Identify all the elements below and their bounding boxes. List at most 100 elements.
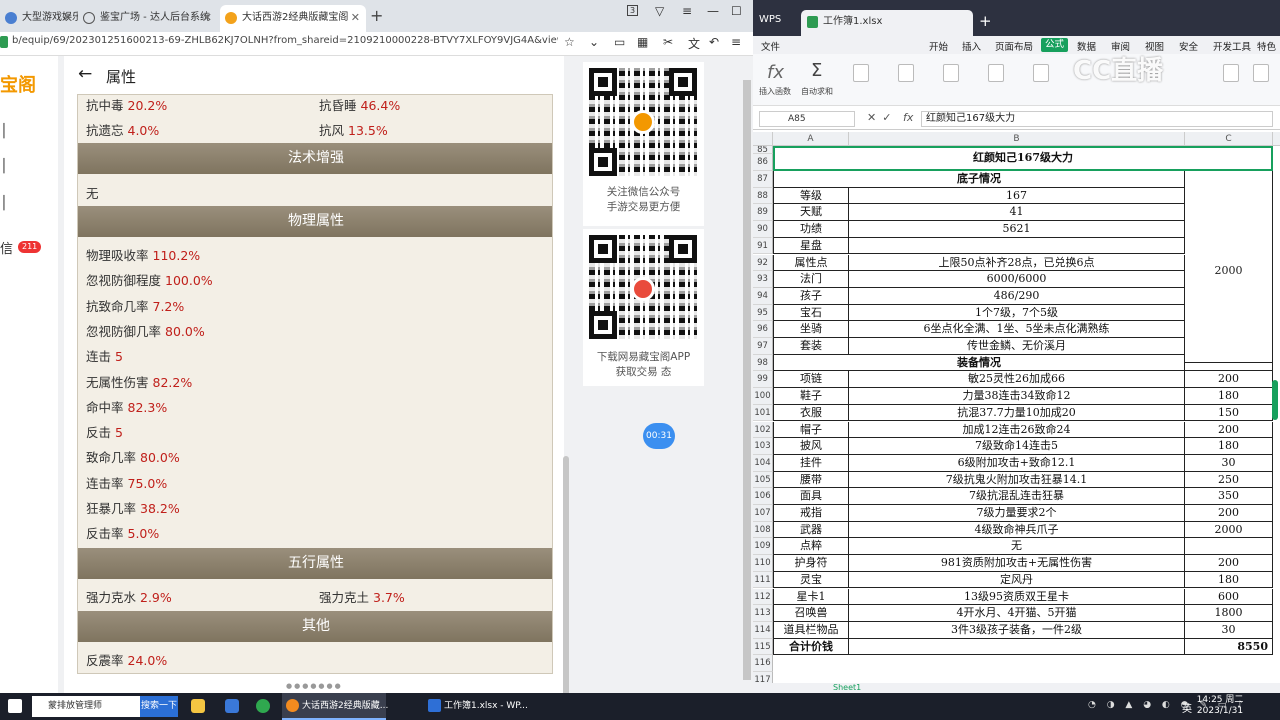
row-number[interactable]: 93 — [753, 271, 773, 288]
section-header-equipment[interactable]: 装备情况 — [773, 354, 1185, 372]
cell-c[interactable]: 1800 — [1185, 605, 1273, 622]
cell-a[interactable]: 道具栏物品 — [773, 621, 849, 639]
cell-b[interactable]: 上限50点补齐28点，已兑换6点 — [849, 254, 1185, 272]
menu-formulas[interactable]: 公式 — [1041, 38, 1069, 52]
cell-a[interactable]: 召唤兽 — [773, 605, 849, 622]
cell-c[interactable]: 200 — [1185, 505, 1273, 522]
row-number[interactable]: 104 — [753, 454, 773, 472]
cell-b[interactable]: 41 — [849, 204, 1185, 222]
row-number[interactable]: 114 — [753, 621, 773, 639]
skin-icon[interactable]: ▽ — [655, 4, 664, 18]
cell-a[interactable]: 鞋子 — [773, 388, 849, 405]
browser-tab-3[interactable]: 大话西游2经典版藏宝阁 ✕ — [220, 5, 366, 32]
cell-a[interactable]: 灵宝 — [773, 571, 849, 589]
cell-a[interactable]: 护身符 — [773, 555, 849, 572]
cell-c[interactable]: 150 — [1185, 404, 1273, 422]
row-number[interactable]: 116 — [753, 655, 773, 672]
cell-c[interactable]: 200 — [1185, 555, 1273, 572]
security-app-icon[interactable] — [256, 699, 270, 713]
url-text[interactable]: b/equip/69/202301251600213-69-ZHLB62KJ7O… — [12, 35, 558, 46]
select-all-corner[interactable] — [753, 132, 773, 146]
cell-c[interactable]: 180 — [1185, 438, 1273, 455]
row-number[interactable]: 110 — [753, 555, 773, 572]
row-number[interactable]: 87 — [753, 171, 773, 188]
column-header-b[interactable]: B — [849, 132, 1185, 146]
wps-home-tab[interactable]: WPS — [759, 14, 781, 25]
cell-b[interactable]: 13级95资质双王星卡 — [849, 588, 1185, 606]
cell[interactable] — [1185, 354, 1273, 372]
page-scrollbar[interactable] — [563, 456, 569, 693]
cell-c[interactable]: 180 — [1185, 571, 1273, 589]
cell-a[interactable]: 戒指 — [773, 505, 849, 522]
undo-icon[interactable]: ↶ — [709, 35, 719, 49]
autosum-icon[interactable]: Σ — [811, 60, 822, 81]
apps-icon[interactable]: ▦ — [637, 35, 648, 49]
menu-home[interactable]: 开始 — [929, 39, 948, 53]
cell-a[interactable]: 腰带 — [773, 471, 849, 489]
insert-function-icon[interactable]: fx — [767, 62, 784, 83]
browser-tab-2[interactable]: 鉴宝广场 - 达人后台系统 ✕ — [78, 5, 218, 32]
recording-timer-badge[interactable]: 00:31 — [643, 423, 675, 449]
row-number[interactable]: 102 — [753, 421, 773, 439]
cell-c[interactable]: 250 — [1185, 471, 1273, 489]
insert-function-label[interactable]: 插入函数 — [759, 86, 791, 97]
row-number[interactable]: 115 — [753, 638, 773, 656]
cell-a[interactable]: 孩子 — [773, 287, 849, 305]
cell-b[interactable]: 6坐点化全满、1坐、5坐未点化满熟练 — [849, 321, 1185, 338]
function-icon[interactable] — [988, 64, 1004, 82]
cell-b[interactable] — [849, 638, 1185, 656]
function-icon[interactable] — [1253, 64, 1269, 82]
close-icon[interactable]: ✕ — [203, 5, 212, 30]
row-number[interactable]: 98 — [753, 354, 773, 372]
function-icon[interactable] — [1223, 64, 1239, 82]
cell-b[interactable]: 抗混37.7力量10加成20 — [849, 404, 1185, 422]
cell-a[interactable]: 项链 — [773, 371, 849, 389]
new-tab-button[interactable]: + — [370, 6, 383, 25]
cell-b[interactable]: 加成12连击26致命24 — [849, 421, 1185, 439]
cell-b[interactable]: 167 — [849, 187, 1185, 205]
column-header-a[interactable]: A — [773, 132, 849, 146]
total-label-cell[interactable]: 合计价钱 — [773, 638, 849, 656]
sheet-scrollbar[interactable] — [1272, 380, 1278, 420]
cell-b[interactable]: 1个7级，7个5级 — [849, 304, 1185, 322]
close-icon[interactable]: ✕ — [63, 5, 72, 30]
window-scrollbar[interactable] — [743, 80, 751, 680]
row-number[interactable]: 85 — [753, 146, 773, 154]
row-number[interactable]: 90 — [753, 221, 773, 238]
cell-a[interactable]: 坐骑 — [773, 321, 849, 338]
address-bar[interactable]: b/equip/69/202301251600213-69-ZHLB62KJ7O… — [0, 32, 753, 56]
cell-c[interactable]: 30 — [1185, 454, 1273, 472]
function-icon[interactable] — [853, 64, 869, 82]
function-icon[interactable] — [1033, 64, 1049, 82]
cell-b[interactable]: 5621 — [849, 221, 1185, 238]
autosum-label[interactable]: 自动求和 — [801, 86, 833, 97]
menu-security[interactable]: 安全 — [1179, 39, 1198, 53]
translate-icon[interactable]: 文 — [688, 35, 700, 52]
row-number[interactable]: 111 — [753, 571, 773, 589]
row-number[interactable]: 103 — [753, 438, 773, 455]
file-explorer-icon[interactable] — [191, 699, 205, 713]
sidebar-item[interactable]: │ — [0, 196, 8, 211]
row-number[interactable]: 89 — [753, 204, 773, 222]
fx-icon[interactable]: fx — [903, 111, 913, 124]
cell-a[interactable]: 等级 — [773, 187, 849, 205]
cell-a[interactable]: 星盘 — [773, 237, 849, 255]
cell-a[interactable]: 属性点 — [773, 254, 849, 272]
cell-b[interactable]: 6级附加攻击+致命12.1 — [849, 454, 1185, 472]
menu-features[interactable]: 特色 — [1257, 39, 1276, 53]
cell-a[interactable]: 帽子 — [773, 421, 849, 439]
row-number[interactable]: 97 — [753, 338, 773, 355]
menu-file[interactable]: 文件 — [761, 39, 780, 53]
cell-a[interactable]: 点粹 — [773, 538, 849, 556]
row-number[interactable]: 86 — [753, 154, 773, 171]
site-logo[interactable]: 宝阁 — [0, 71, 36, 97]
cell-b[interactable]: 3件3级孩子装备，一件2级 — [849, 621, 1185, 639]
row-number[interactable]: 107 — [753, 505, 773, 522]
cell-c[interactable]: 2000 — [1185, 521, 1273, 539]
sidebar-item[interactable]: │ — [0, 124, 8, 139]
cell-c[interactable]: 200 — [1185, 421, 1273, 439]
cell-b[interactable]: 无 — [849, 538, 1185, 556]
cell-c[interactable]: 600 — [1185, 588, 1273, 606]
row-number[interactable]: 95 — [753, 304, 773, 322]
formula-input[interactable]: 红颜知己167级大力 — [921, 111, 1273, 127]
